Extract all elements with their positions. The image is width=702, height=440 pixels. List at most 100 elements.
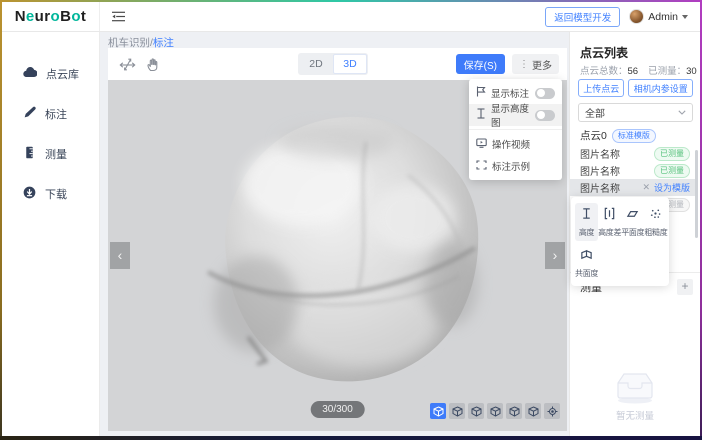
roughness-icon <box>649 207 662 225</box>
view-cube-right-button[interactable] <box>506 403 522 419</box>
frame-icon <box>476 160 487 173</box>
view-buttons <box>430 403 560 419</box>
panel-stats: 点云总数：56 已测量：30 <box>580 63 697 77</box>
set-as-template-link[interactable]: 设为模版 <box>654 181 690 194</box>
tool-height-difference[interactable]: 高度差 <box>598 203 621 241</box>
upload-point-cloud-button[interactable]: 上传点云 <box>578 79 624 97</box>
user-menu[interactable]: Admin <box>629 9 688 24</box>
view-cube-back-button[interactable] <box>468 403 484 419</box>
measure-tool-popup: 高度 高度差 平面度 粗糙度 共面度 <box>571 197 669 286</box>
flag-icon <box>476 86 486 100</box>
tool-label: 平面度 <box>621 227 644 238</box>
reset-view-button[interactable] <box>544 403 560 419</box>
list-item[interactable]: 图片名称 已测量 <box>570 145 695 162</box>
viewer-card: 2D 3D 保存(S) ⋮更多 <box>108 48 567 431</box>
logo: NeuroBot <box>2 2 100 31</box>
image-counter: 30/300 <box>310 401 365 418</box>
mode-3d-button[interactable]: 3D <box>333 54 367 74</box>
caret-down-icon <box>682 15 688 19</box>
add-measurement-button[interactable]: + <box>677 279 693 295</box>
top-header: NeuroBot 返回模型开发 Admin <box>2 2 700 32</box>
chevron-down-icon <box>678 107 686 118</box>
app-window: NeuroBot 返回模型开发 Admin 点云库 标 <box>2 2 700 436</box>
filter-select[interactable]: 全部 <box>578 103 693 122</box>
status-badge: 已测量 <box>654 147 690 161</box>
height-icon <box>476 108 486 122</box>
save-button[interactable]: 保存(S) <box>456 54 505 74</box>
menu-item-label: 标注示例 <box>492 159 555 173</box>
view-cube-top-button[interactable] <box>525 403 541 419</box>
sidebar-item-annotation[interactable]: 标注 <box>2 94 99 134</box>
more-button[interactable]: ⋮更多 <box>512 54 559 74</box>
status-badge: 已测量 <box>654 164 690 178</box>
next-image-button[interactable]: › <box>545 242 565 269</box>
tool-label: 高度差 <box>598 227 621 238</box>
view-cube-left-button[interactable] <box>487 403 503 419</box>
cloud-group-row[interactable]: 点云0 标准模版 <box>580 128 656 143</box>
menu-item-label: 操作视频 <box>492 137 555 151</box>
tool-roughness[interactable]: 粗糙度 <box>644 203 667 241</box>
sidebar-item-label: 测量 <box>45 146 67 162</box>
show-heightmap-toggle[interactable] <box>535 110 555 121</box>
avatar <box>629 9 644 24</box>
header-actions: 返回模型开发 Admin <box>545 7 700 27</box>
pen-icon <box>23 106 36 122</box>
mode-2d-button[interactable]: 2D <box>299 54 333 74</box>
ruler-icon <box>23 146 36 162</box>
tool-label: 共面度 <box>575 268 598 279</box>
filter-value: 全部 <box>585 105 605 120</box>
flatness-icon <box>626 207 639 225</box>
cloud-name: 点云0 <box>580 128 607 143</box>
close-icon[interactable]: ✕ <box>642 182 650 193</box>
tool-flatness[interactable]: 平面度 <box>621 203 644 241</box>
menu-item-tutorial-video[interactable]: 操作视频 <box>469 133 562 155</box>
row-actions: ✕ 设为模版 <box>642 181 690 194</box>
menu-item-annotation-example[interactable]: 标注示例 <box>469 155 562 177</box>
empty-state-text: 暂无测量 <box>616 408 654 422</box>
frame-border-left <box>0 0 2 440</box>
coplanarity-icon <box>580 248 593 266</box>
camera-intrinsics-button[interactable]: 相机内参设置 <box>628 79 693 97</box>
user-name: Admin <box>648 11 678 23</box>
frame-border-top <box>0 0 702 2</box>
menu-item-show-heightmap[interactable]: 显示高度图 <box>469 104 562 126</box>
sidebar-item-label: 点云库 <box>46 66 79 82</box>
tool-height[interactable]: 高度 <box>575 203 598 241</box>
stat-total: 点云总数：56 <box>580 63 638 77</box>
scrollbar-thumb[interactable] <box>695 150 698 238</box>
show-annotation-toggle[interactable] <box>535 88 555 99</box>
more-dropdown-menu: 显示标注 显示高度图 操作视频 标注示例 <box>469 79 562 180</box>
rotate-move-icon[interactable] <box>116 53 138 75</box>
sidebar-item-download[interactable]: 下载 <box>2 174 99 214</box>
menu-item-label: 显示标注 <box>491 86 530 100</box>
list-item[interactable]: 图片名称 已测量 <box>570 162 695 179</box>
prev-image-button[interactable]: ‹ <box>110 242 130 269</box>
viewer-toolbar: 2D 3D 保存(S) ⋮更多 <box>108 48 567 80</box>
image-name: 图片名称 <box>580 180 620 195</box>
back-to-model-dev-button[interactable]: 返回模型开发 <box>545 7 620 27</box>
view-cube-front-button[interactable] <box>449 403 465 419</box>
more-dots-icon: ⋮ <box>519 59 529 70</box>
view-cube-default-button[interactable] <box>430 403 446 419</box>
video-icon <box>476 138 487 151</box>
cloud-icon <box>23 67 37 81</box>
sidebar-item-measure[interactable]: 测量 <box>2 134 99 174</box>
image-name: 图片名称 <box>580 163 620 178</box>
list-item-selected[interactable]: 图片名称 ✕ 设为模版 <box>570 179 695 196</box>
download-icon <box>23 186 36 202</box>
sidebar-item-point-cloud-library[interactable]: 点云库 <box>2 54 99 94</box>
height-icon <box>580 207 593 225</box>
height-difference-icon <box>603 207 616 225</box>
empty-state: 暂无测量 <box>570 368 700 422</box>
hand-pan-icon[interactable] <box>142 53 164 75</box>
image-name: 图片名称 <box>580 146 620 161</box>
template-badge: 标准模版 <box>612 129 656 143</box>
sidebar-item-label: 下载 <box>45 186 67 202</box>
tool-coplanarity[interactable]: 共面度 <box>575 244 598 282</box>
menu-divider <box>469 129 562 130</box>
dimension-toggle: 2D 3D <box>298 53 368 75</box>
tool-label: 高度 <box>579 227 594 238</box>
panel-title: 点云列表 <box>580 44 628 61</box>
menu-fold-icon[interactable] <box>112 11 125 22</box>
stat-measured: 已测量：30 <box>648 63 697 77</box>
